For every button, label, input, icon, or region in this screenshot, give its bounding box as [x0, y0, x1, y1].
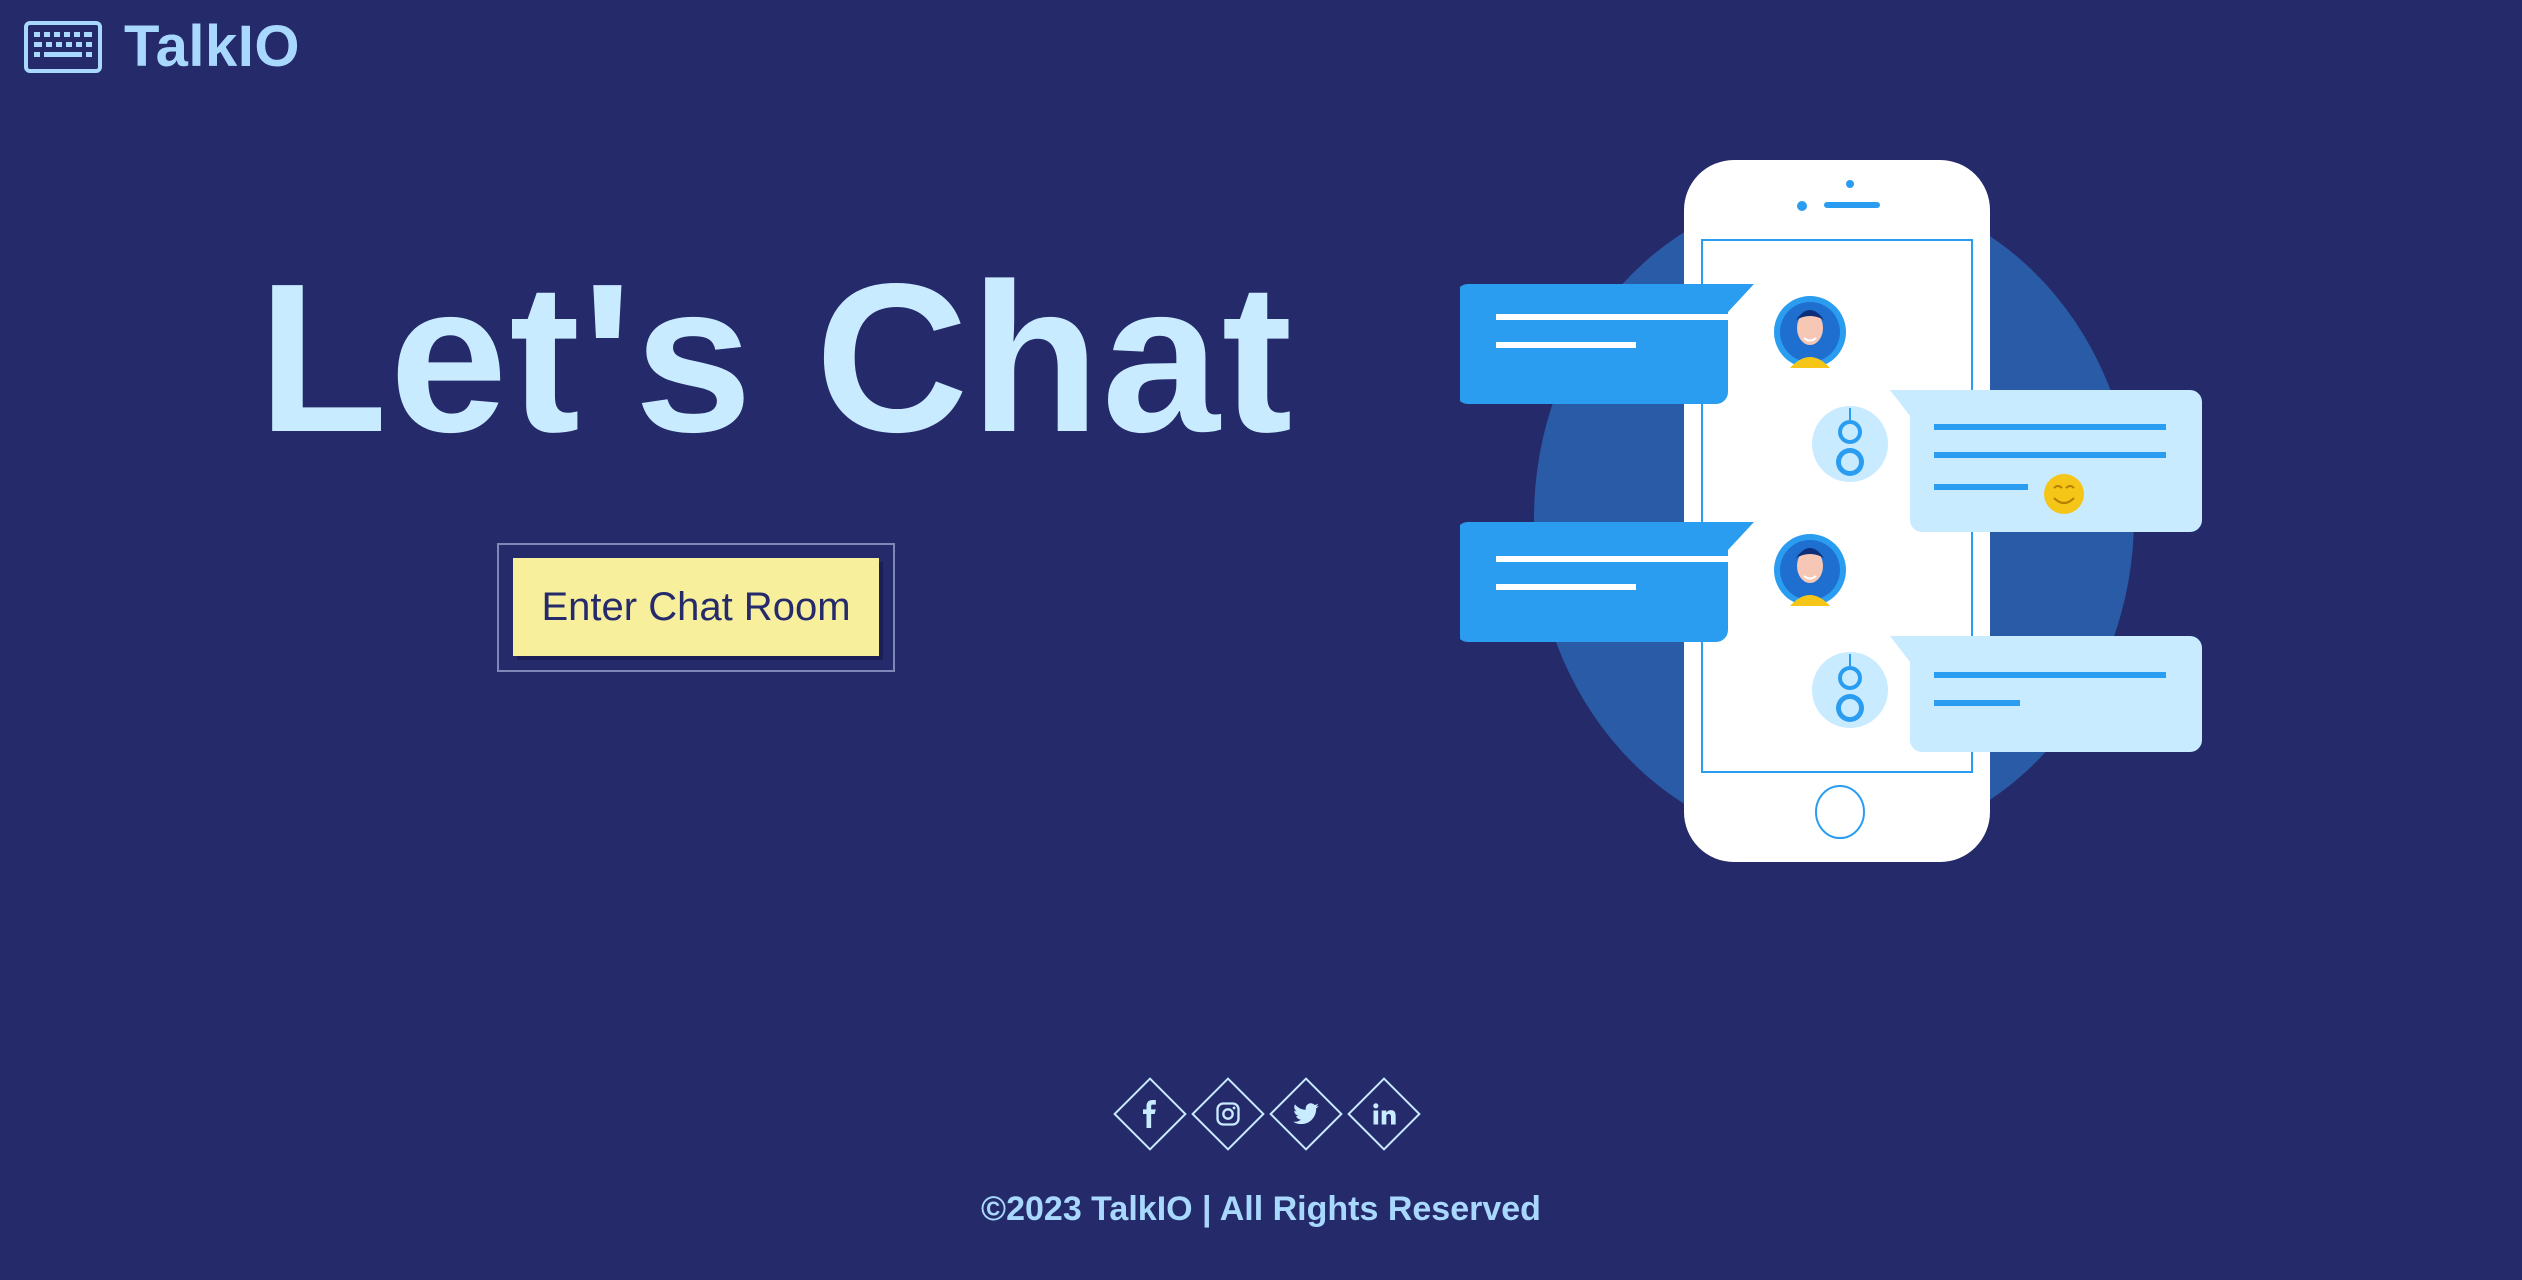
hero-title: Let's Chat	[258, 239, 1295, 476]
keyboard-icon	[24, 21, 102, 73]
linkedin-link[interactable]	[1350, 1080, 1418, 1148]
copyright-text: ©2023 TalkIO | All Rights Reserved	[981, 1190, 1541, 1228]
landing-page: TalkIO Let's Chat Enter Chat Room ©2023 …	[0, 0, 2522, 1280]
user-avatar	[1774, 296, 1846, 368]
facebook-icon	[1143, 1100, 1156, 1128]
linkedin-icon	[1373, 1103, 1396, 1125]
instagram-icon	[1216, 1102, 1240, 1126]
enter-chat-room-button[interactable]: Enter Chat Room	[513, 558, 879, 656]
bot-bubble	[1890, 390, 2202, 532]
instagram-link[interactable]	[1194, 1080, 1262, 1148]
user-bubble	[1460, 522, 1754, 642]
twitter-icon	[1293, 1103, 1319, 1125]
brand-link[interactable]: TalkIO	[24, 18, 300, 76]
brand-name: TalkIO	[124, 14, 300, 79]
user-avatar	[1774, 534, 1846, 606]
social-links	[1116, 1080, 1418, 1148]
phone-chat-illustration	[1460, 160, 2202, 862]
facebook-link[interactable]	[1116, 1080, 1184, 1148]
bot-avatar	[1812, 652, 1888, 728]
smile-emoji-icon	[2044, 474, 2084, 514]
bot-bubble	[1890, 636, 2202, 752]
bot-avatar	[1812, 406, 1888, 482]
twitter-link[interactable]	[1272, 1080, 1340, 1148]
